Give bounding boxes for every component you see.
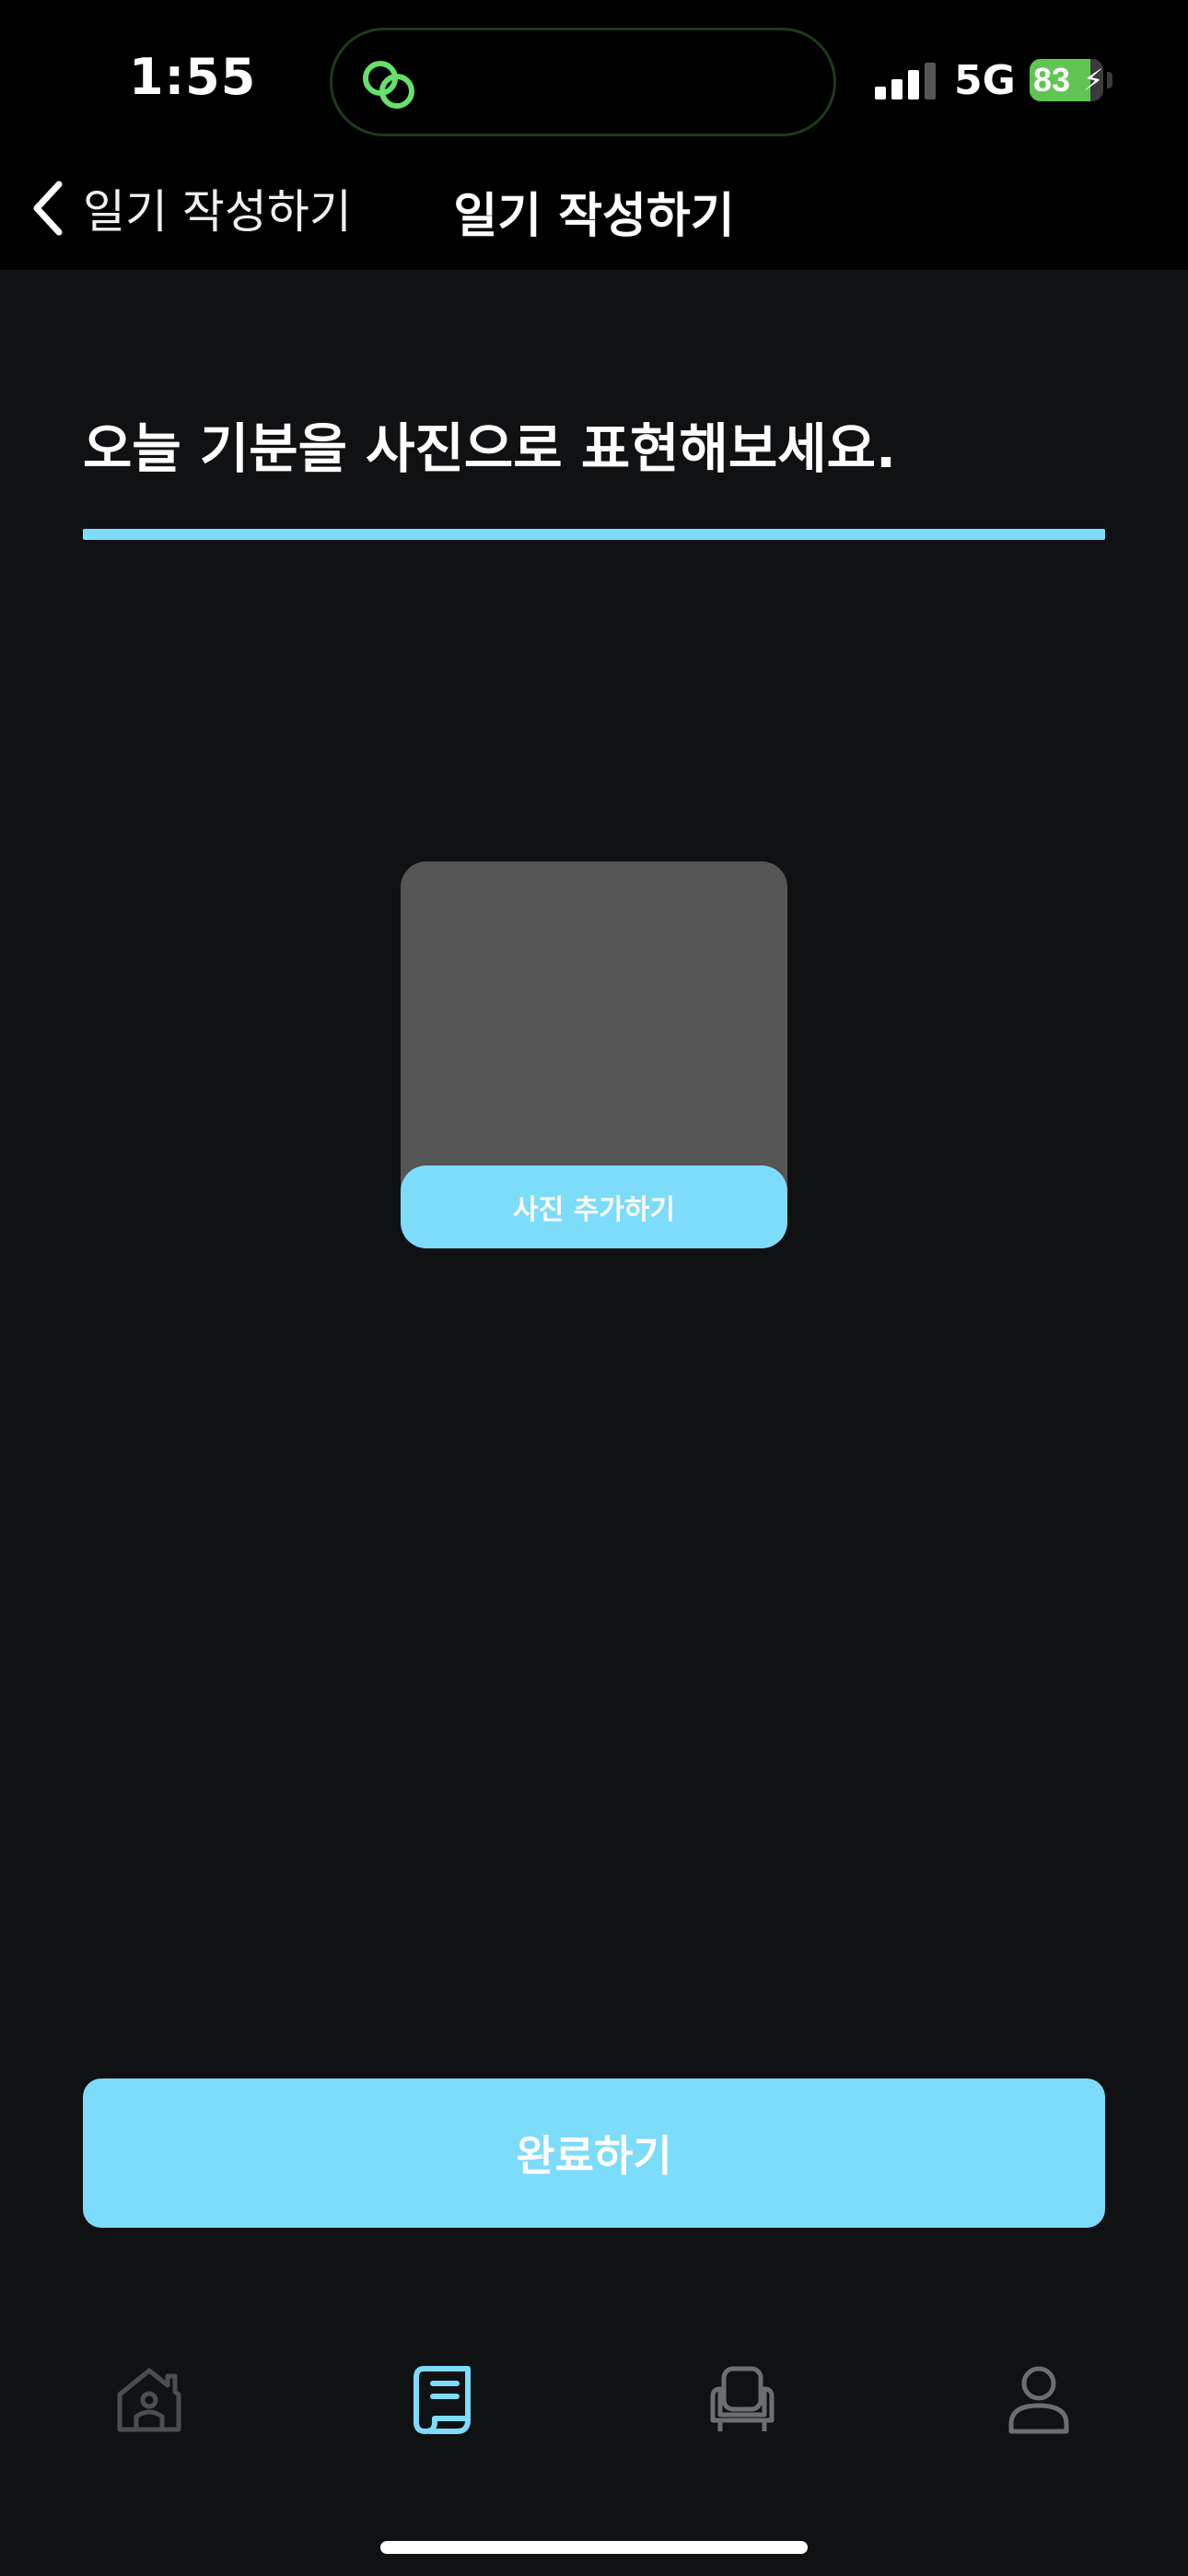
- add-photo-button[interactable]: 사진 추가하기: [401, 1165, 787, 1248]
- home-indicator[interactable]: [380, 2541, 808, 2554]
- battery-level: 83: [1033, 61, 1071, 99]
- progress-fill: [83, 529, 1105, 540]
- header: 1:55 5G 83 ⚡ 일기 작성하기 일기 작성하기: [0, 0, 1188, 270]
- question-heading: 오늘 기분을 사진으로 표현해보세요.: [83, 417, 897, 480]
- battery-tip: [1107, 72, 1112, 88]
- signal-icon: [875, 63, 938, 100]
- progress-bar: [83, 529, 1105, 540]
- page-title: 일기 작성하기: [453, 189, 735, 244]
- tab-profile[interactable]: [1002, 2359, 1076, 2441]
- tab-bar: [0, 2359, 1188, 2478]
- tab-diary[interactable]: [409, 2359, 483, 2441]
- photo-placeholder[interactable]: 사진 추가하기: [401, 861, 787, 1248]
- profile-icon: [1008, 2366, 1069, 2434]
- status-time: 1:55: [129, 48, 257, 106]
- network-type: 5G: [954, 57, 1016, 104]
- charging-bolt-icon: ⚡: [1083, 63, 1104, 98]
- dynamic-island: [330, 28, 836, 136]
- tab-lounge[interactable]: [705, 2359, 779, 2441]
- link-icon: [363, 61, 414, 109]
- diary-icon: [413, 2366, 471, 2434]
- diary-photo-screen: 1:55 5G 83 ⚡ 일기 작성하기 일기 작성하기 오늘 기분을 사진으로…: [0, 0, 1188, 2576]
- tab-home[interactable]: [112, 2359, 186, 2441]
- chair-icon: [710, 2366, 775, 2431]
- home-icon: [117, 2368, 181, 2432]
- complete-button[interactable]: 완료하기: [83, 2078, 1105, 2228]
